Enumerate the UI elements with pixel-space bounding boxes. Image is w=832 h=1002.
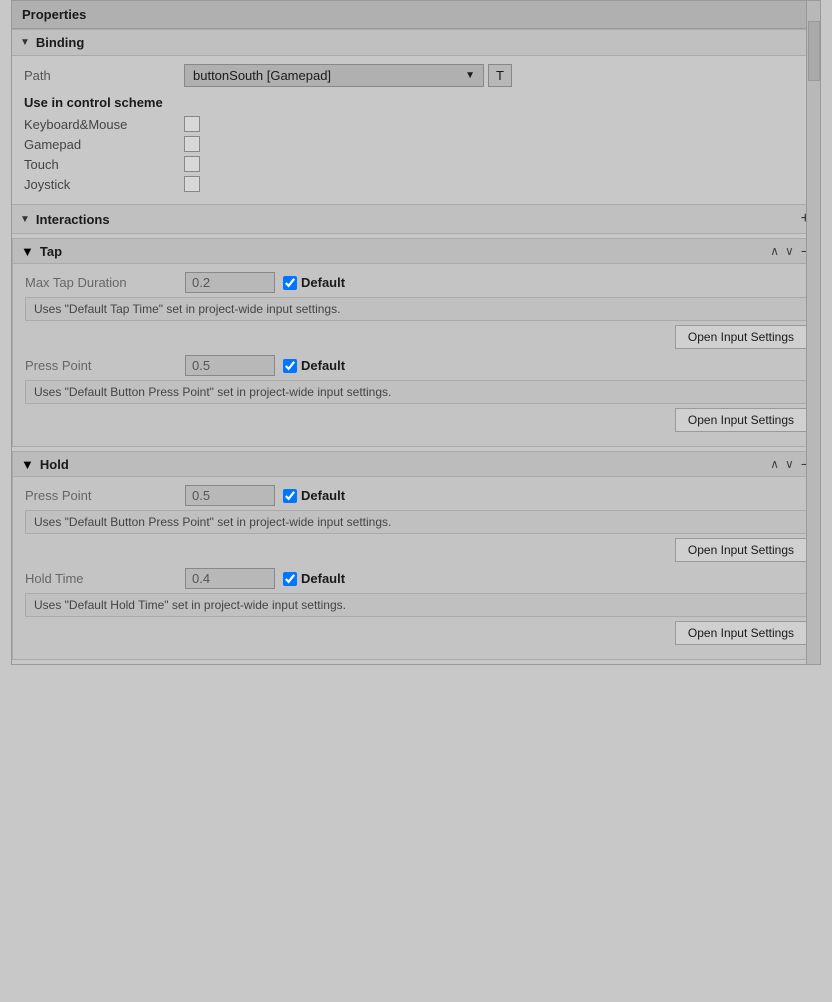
scheme-gamepad-label: Gamepad [24, 137, 184, 152]
max-tap-duration-row: Max Tap Duration Default [25, 272, 807, 293]
tap-collapse-icon: ▼ [21, 244, 34, 259]
hold-collapse-icon: ▼ [21, 457, 34, 472]
binding-collapse-icon: ▼ [20, 37, 30, 48]
tap-section-content: Max Tap Duration Default Uses "Default T… [13, 264, 819, 446]
hold-time-info: Uses "Default Hold Time" set in project-… [25, 593, 807, 617]
path-row: Path buttonSouth [Gamepad] ▼ T [24, 64, 808, 87]
scheme-touch-checkbox[interactable] [184, 156, 200, 172]
panel-title: Properties [12, 1, 820, 29]
hold-press-point-default: Default [283, 488, 345, 503]
properties-panel: Properties ▼ Binding Path buttonSouth [G… [11, 0, 821, 665]
hold-section: ▼ Hold ∧ ∨ − Press Point Default [12, 451, 820, 660]
max-tap-duration-default: Default [283, 275, 345, 290]
hold-nav-actions: ∧ ∨ − [769, 456, 811, 472]
hold-press-point-row: Press Point Default [25, 485, 807, 506]
scheme-touch-row: Touch [24, 156, 808, 172]
hold-press-point-label: Press Point [25, 488, 185, 503]
path-label: Path [24, 68, 184, 83]
scheme-gamepad-checkbox[interactable] [184, 136, 200, 152]
scheme-joystick-label: Joystick [24, 177, 184, 192]
max-tap-duration-input[interactable] [185, 272, 275, 293]
scheme-gamepad-row: Gamepad [24, 136, 808, 152]
hold-press-point-checkbox[interactable] [283, 489, 297, 503]
scheme-keyboard-mouse-label: Keyboard&Mouse [24, 117, 184, 132]
scrollbar-thumb[interactable] [808, 21, 820, 81]
path-dropdown[interactable]: buttonSouth [Gamepad] ▼ [184, 64, 484, 87]
tap-press-point-row: Press Point Default [25, 355, 807, 376]
scheme-touch-label: Touch [24, 157, 184, 172]
interactions-collapse-icon: ▼ [20, 214, 30, 225]
tap-press-point-default-label: Default [301, 358, 345, 373]
tap-section-title: Tap [40, 244, 763, 259]
tap-move-down-button[interactable]: ∨ [784, 244, 795, 258]
interactions-section-header[interactable]: ▼ Interactions + [12, 204, 820, 234]
use-in-control-scheme-label: Use in control scheme [24, 95, 808, 110]
tap-move-up-button[interactable]: ∧ [769, 244, 780, 258]
binding-section-title: Binding [36, 35, 812, 50]
hold-move-down-button[interactable]: ∨ [784, 457, 795, 471]
binding-section-header[interactable]: ▼ Binding [12, 29, 820, 56]
max-tap-duration-label: Max Tap Duration [25, 275, 185, 290]
hold-section-content: Press Point Default Uses "Default Button… [13, 477, 819, 659]
interactions-section: ▼ Interactions + ▼ Tap ∧ ∨ − Max Tap Dur… [12, 204, 820, 660]
path-dropdown-container: buttonSouth [Gamepad] ▼ T [184, 64, 808, 87]
hold-time-label: Hold Time [25, 571, 185, 586]
hold-time-row: Hold Time Default [25, 568, 807, 589]
dropdown-arrow-icon: ▼ [465, 70, 475, 81]
scrollbar[interactable] [806, 1, 820, 664]
hold-press-point-default-label: Default [301, 488, 345, 503]
hold-press-point-input[interactable] [185, 485, 275, 506]
hold-time-checkbox[interactable] [283, 572, 297, 586]
hold-time-open-settings[interactable]: Open Input Settings [675, 621, 807, 645]
tap-press-point-input[interactable] [185, 355, 275, 376]
hold-section-header: ▼ Hold ∧ ∨ − [13, 452, 819, 477]
binding-section-content: Path buttonSouth [Gamepad] ▼ T Use in co… [12, 56, 820, 204]
max-tap-duration-open-settings[interactable]: Open Input Settings [675, 325, 807, 349]
tap-press-point-open-settings[interactable]: Open Input Settings [675, 408, 807, 432]
max-tap-duration-checkbox[interactable] [283, 276, 297, 290]
hold-time-input[interactable] [185, 568, 275, 589]
hold-section-title: Hold [40, 457, 763, 472]
hold-press-point-open-settings[interactable]: Open Input Settings [675, 538, 807, 562]
scheme-joystick-checkbox[interactable] [184, 176, 200, 192]
hold-time-default-label: Default [301, 571, 345, 586]
scheme-keyboard-mouse-row: Keyboard&Mouse [24, 116, 808, 132]
scheme-joystick-row: Joystick [24, 176, 808, 192]
scheme-keyboard-mouse-checkbox[interactable] [184, 116, 200, 132]
tap-press-point-info: Uses "Default Button Press Point" set in… [25, 380, 807, 404]
binding-section: ▼ Binding Path buttonSouth [Gamepad] ▼ T… [12, 29, 820, 204]
tap-section: ▼ Tap ∧ ∨ − Max Tap Duration Default [12, 238, 820, 447]
path-dropdown-value: buttonSouth [Gamepad] [193, 68, 331, 83]
tap-press-point-checkbox[interactable] [283, 359, 297, 373]
hold-time-default: Default [283, 571, 345, 586]
tap-press-point-default: Default [283, 358, 345, 373]
hold-move-up-button[interactable]: ∧ [769, 457, 780, 471]
hold-press-point-info: Uses "Default Button Press Point" set in… [25, 510, 807, 534]
tap-section-header: ▼ Tap ∧ ∨ − [13, 239, 819, 264]
tap-press-point-label: Press Point [25, 358, 185, 373]
max-tap-duration-default-label: Default [301, 275, 345, 290]
interactions-section-title: Interactions [36, 212, 793, 227]
max-tap-duration-info: Uses "Default Tap Time" set in project-w… [25, 297, 807, 321]
t-button[interactable]: T [488, 64, 512, 87]
tap-nav-actions: ∧ ∨ − [769, 243, 811, 259]
